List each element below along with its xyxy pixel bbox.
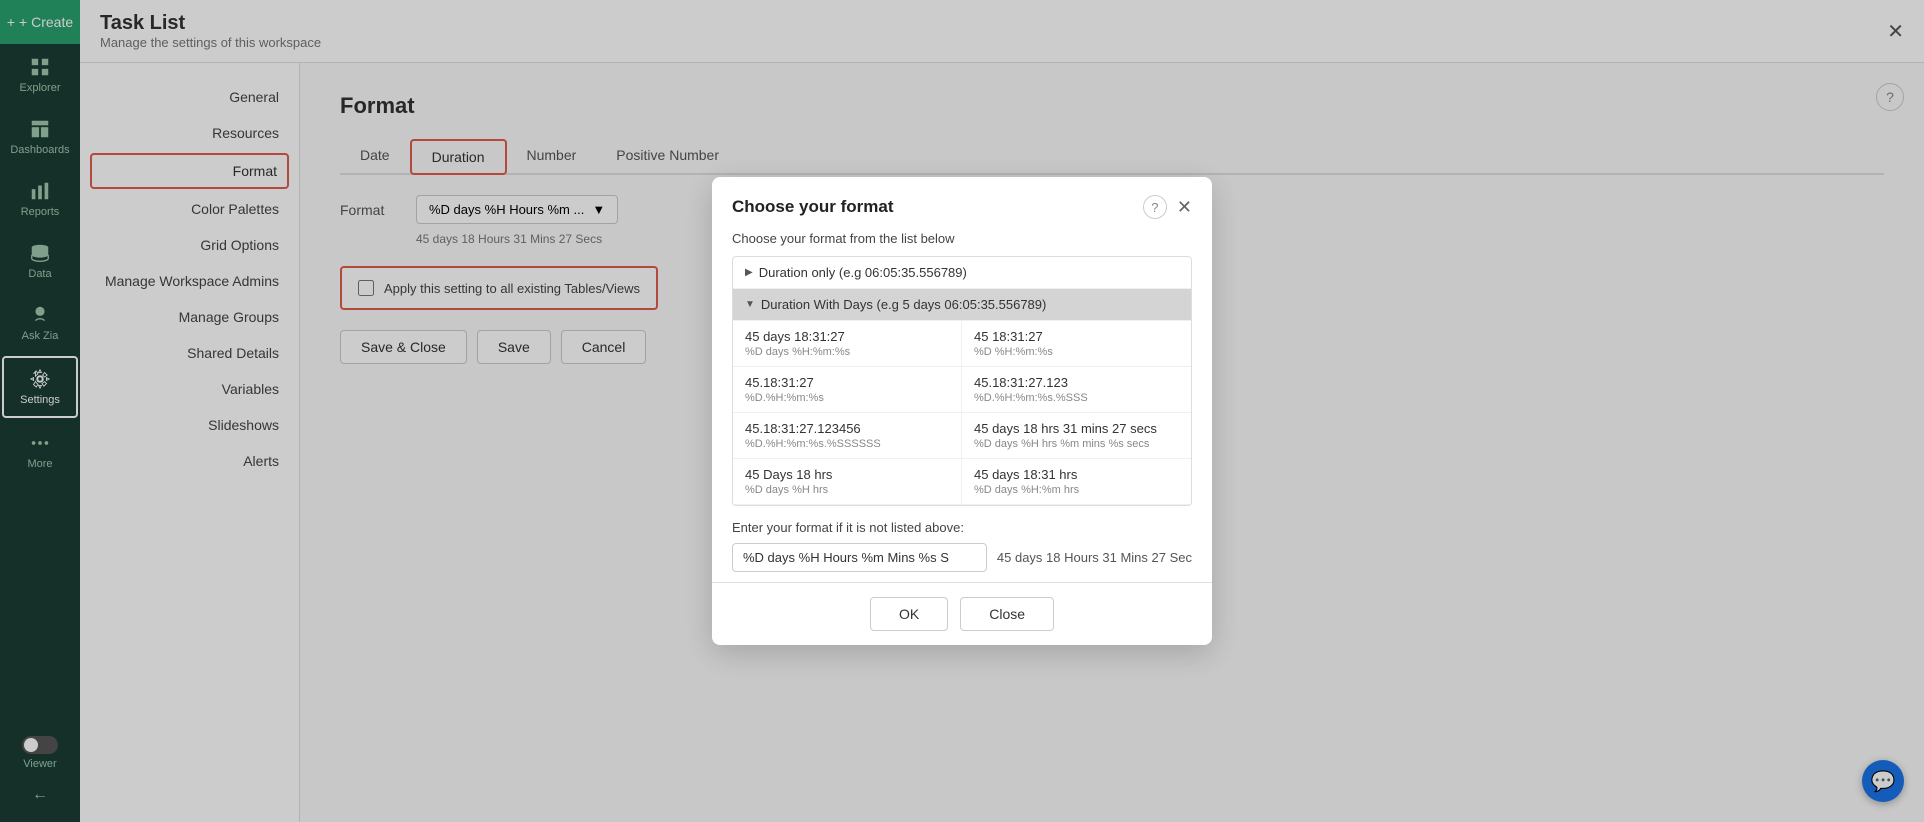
format-code-1: %D days %H:%m:%s: [745, 346, 949, 358]
format-option-5[interactable]: 45.18:31:27.123456 %D.%H:%m:%s.%SSSSSS: [733, 413, 962, 459]
format-option-3[interactable]: 45.18:31:27 %D.%H:%m:%s: [733, 367, 962, 413]
modal-subtitle: Choose your format from the list below: [712, 231, 1212, 256]
format-code-3: %D.%H:%m:%s: [745, 392, 949, 404]
format-value-1: 45 days 18:31:27: [745, 329, 949, 344]
format-option-1[interactable]: 45 days 18:31:27 %D days %H:%m:%s: [733, 321, 962, 367]
modal-input-row: 45 days 18 Hours 31 Mins 27 Sec: [732, 543, 1192, 572]
modal-header-icons: ? ✕: [1143, 195, 1192, 219]
format-code-7: %D days %H hrs: [745, 484, 949, 496]
format-value-8: 45 days 18:31 hrs: [974, 467, 1179, 482]
modal-header: Choose your format ? ✕: [712, 177, 1212, 231]
format-value-3: 45.18:31:27: [745, 375, 949, 390]
format-option-2[interactable]: 45 18:31:27 %D %H:%m:%s: [962, 321, 1191, 367]
duration-with-days-label: Duration With Days (e.g 5 days 06:05:35.…: [761, 297, 1046, 312]
duration-with-days-row[interactable]: ▼ Duration With Days (e.g 5 days 06:05:3…: [733, 289, 1191, 321]
modal-input-preview: 45 days 18 Hours 31 Mins 27 Sec: [997, 550, 1192, 565]
format-value-5: 45.18:31:27.123456: [745, 421, 949, 436]
format-code-2: %D %H:%m:%s: [974, 346, 1179, 358]
modal-input-section: Enter your format if it is not listed ab…: [712, 506, 1212, 582]
format-option-7[interactable]: 45 Days 18 hrs %D days %H hrs: [733, 459, 962, 505]
modal-input-label: Enter your format if it is not listed ab…: [732, 520, 1192, 535]
format-value-7: 45 Days 18 hrs: [745, 467, 949, 482]
format-value-4: 45.18:31:27.123: [974, 375, 1179, 390]
duration-only-row[interactable]: ▶ Duration only (e.g 06:05:35.556789): [733, 257, 1191, 289]
format-modal: Choose your format ? ✕ Choose your forma…: [712, 177, 1212, 645]
format-options-grid: 45 days 18:31:27 %D days %H:%m:%s 45 18:…: [733, 321, 1191, 505]
format-code-6: %D days %H hrs %m mins %s secs: [974, 438, 1179, 450]
triangle-icon-duration-days: ▼: [745, 299, 755, 310]
modal-format-list: ▶ Duration only (e.g 06:05:35.556789) ▼ …: [732, 256, 1192, 506]
modal-close-button[interactable]: ✕: [1177, 197, 1192, 218]
format-value-2: 45 18:31:27: [974, 329, 1179, 344]
modal-footer: OK Close: [712, 582, 1212, 645]
modal-ok-button[interactable]: OK: [870, 597, 948, 631]
modal-help-icon[interactable]: ?: [1143, 195, 1167, 219]
format-code-4: %D.%H:%m:%s.%SSS: [974, 392, 1179, 404]
modal-format-input[interactable]: [732, 543, 987, 572]
format-code-8: %D days %H:%m hrs: [974, 484, 1179, 496]
triangle-icon-duration-only: ▶: [745, 267, 753, 278]
modal-overlay: Choose your format ? ✕ Choose your forma…: [0, 0, 1924, 822]
modal-title: Choose your format: [732, 197, 894, 217]
format-code-5: %D.%H:%m:%s.%SSSSSS: [745, 438, 949, 450]
format-option-8[interactable]: 45 days 18:31 hrs %D days %H:%m hrs: [962, 459, 1191, 505]
duration-only-label: Duration only (e.g 06:05:35.556789): [759, 265, 967, 280]
format-option-6[interactable]: 45 days 18 hrs 31 mins 27 secs %D days %…: [962, 413, 1191, 459]
format-value-6: 45 days 18 hrs 31 mins 27 secs: [974, 421, 1179, 436]
format-option-4[interactable]: 45.18:31:27.123 %D.%H:%m:%s.%SSS: [962, 367, 1191, 413]
modal-close-button-footer[interactable]: Close: [960, 597, 1054, 631]
modal-help-icon-label: ?: [1151, 200, 1158, 215]
